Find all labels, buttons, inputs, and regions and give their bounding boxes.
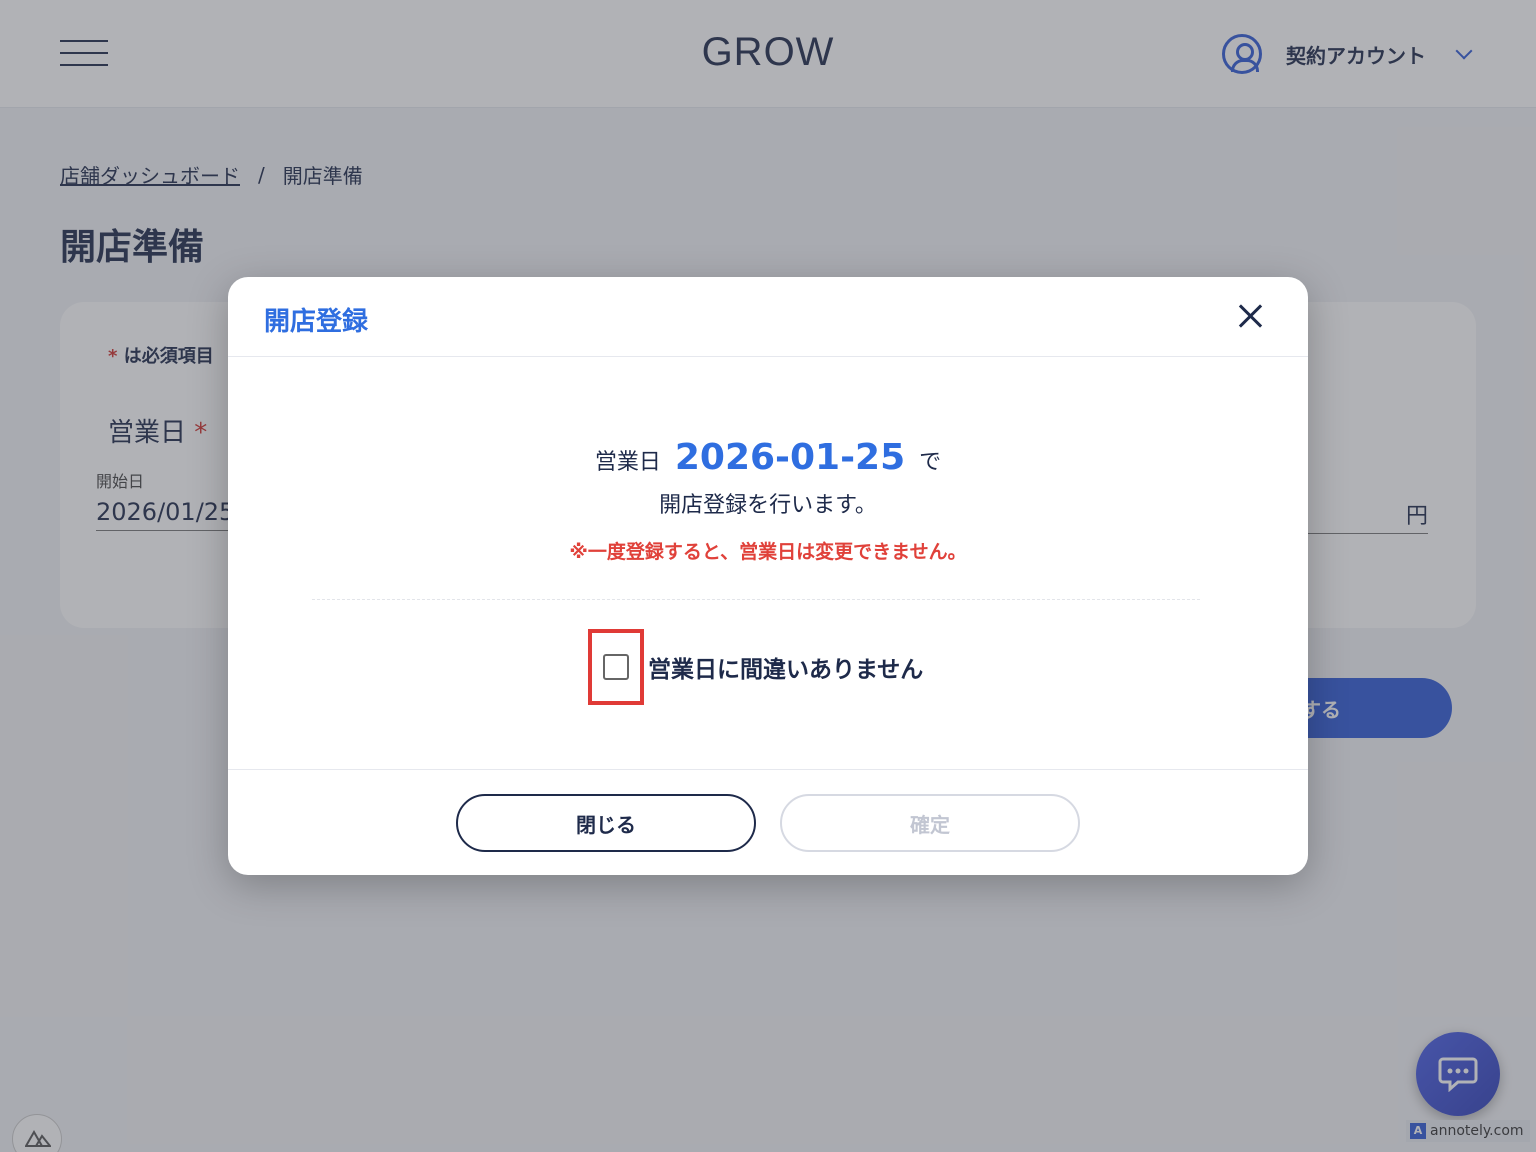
divider (312, 599, 1200, 600)
confirm-checkbox[interactable] (603, 654, 629, 680)
confirm-button[interactable]: 確定 (780, 794, 1080, 852)
confirm-checkbox-row[interactable]: 営業日に間違いありません (588, 629, 923, 705)
modal-title: 開店登録 (264, 307, 369, 337)
confirm-checkbox-label[interactable]: 営業日に間違いありません (648, 650, 923, 684)
confirm-prefix: 営業日 (594, 450, 661, 475)
annotation-highlight-box (588, 629, 644, 705)
confirm-date: 2026-01-25 (674, 437, 906, 478)
warning-message: ※一度登録すると、営業日は変更できません。 (569, 541, 967, 563)
open-store-modal: 開店登録 営業日 2026-01-25 で 開店登録を行います。 ※一度登録する… (228, 277, 1308, 875)
close-button[interactable]: 閉じる (456, 794, 756, 852)
close-icon[interactable] (1236, 301, 1266, 331)
confirm-message-line2: 開店登録を行います。 (659, 493, 877, 518)
modal-header: 開店登録 (228, 277, 1308, 357)
confirm-message-line1: 営業日 2026-01-25 で (228, 437, 1308, 478)
modal-footer: 閉じる 確定 (228, 769, 1308, 875)
confirm-suffix: で (919, 450, 942, 475)
